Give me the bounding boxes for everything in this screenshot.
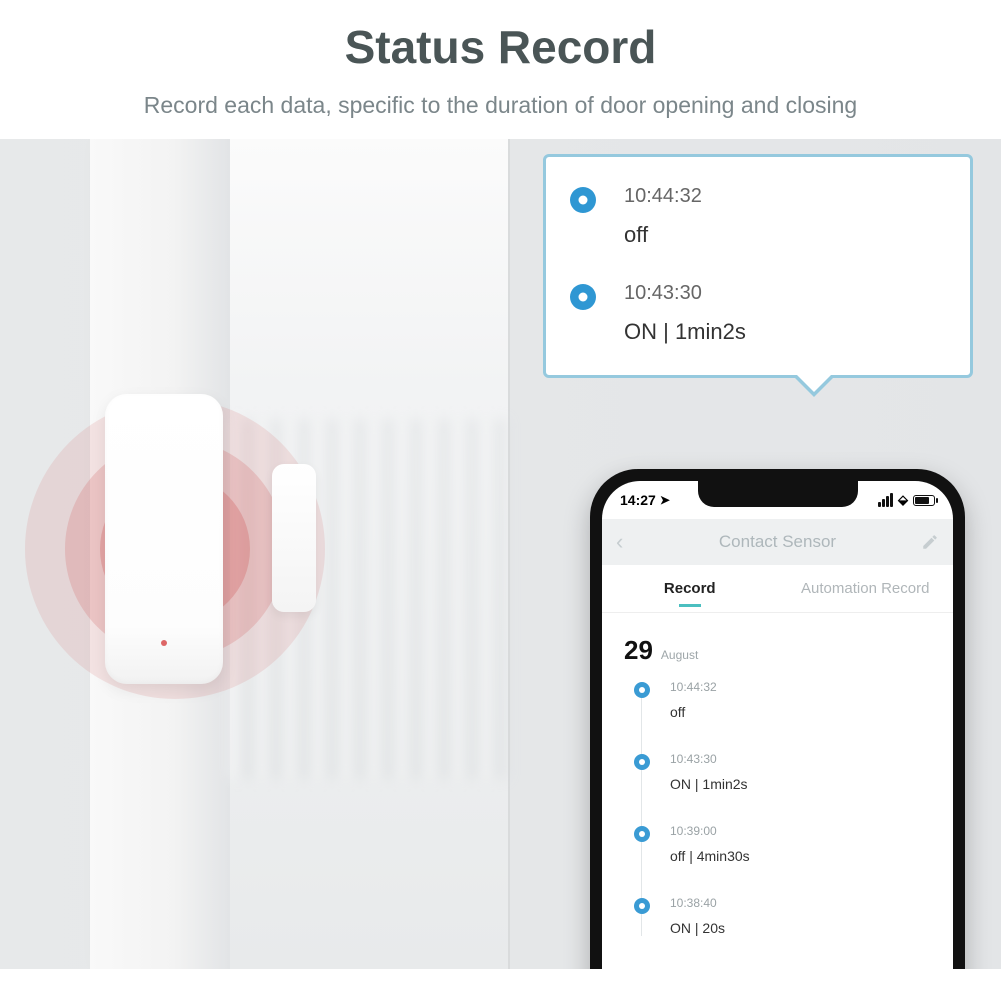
sensor-led-icon [161,640,167,646]
timeline-dot-icon [634,682,650,698]
edit-icon[interactable] [921,533,939,551]
record-state: off [670,704,931,720]
record-time: 10:38:40 [670,896,931,910]
record-state: ON | 20s [670,920,931,936]
door-sensor-body [105,394,223,684]
location-arrow-icon: ➤ [660,493,670,507]
record-state: off | 4min30s [670,848,931,864]
status-callout: 10:44:32 off 10:43:30 ON | 1min2s [543,154,973,378]
callout-time: 10:44:32 [624,185,952,208]
timeline-dot-icon [634,826,650,842]
timeline-dot-icon [634,898,650,914]
back-icon[interactable]: ‹ [616,529,623,555]
page-header: Status Record Record each data, specific… [0,0,1001,139]
scene: 10:44:32 off 10:43:30 ON | 1min2s 14:27 … [0,139,1001,969]
record-state: ON | 1min2s [670,776,931,792]
record-item: 10:44:32 off [634,680,931,720]
record-list: 10:44:32 off 10:43:30 ON | 1min2s 10:39:… [602,680,953,936]
phone-device: 14:27 ➤ ⬙ ‹ Contact Sensor Record Automa… [590,469,965,969]
date-month: August [661,648,698,662]
timeline-dot-icon [570,187,596,213]
wifi-icon: ⬙ [898,492,908,508]
timeline-dot-icon [634,754,650,770]
callout-state: ON | 1min2s [624,319,952,345]
callout-state: off [624,222,952,248]
tab-automation-record[interactable]: Automation Record [778,580,954,597]
app-title: Contact Sensor [719,532,836,552]
phone-notch [698,481,858,507]
record-item: 10:43:30 ON | 1min2s [634,752,931,792]
callout-item: 10:44:32 off [570,185,952,248]
date-day: 29 [624,635,653,666]
record-time: 10:39:00 [670,824,931,838]
tabs: Record Automation Record [602,565,953,613]
timeline-dot-icon [570,284,596,310]
status-time: 14:27 [620,492,656,508]
callout-time: 10:43:30 [624,282,952,305]
page-subtitle: Record each data, specific to the durati… [40,92,961,119]
callout-item: 10:43:30 ON | 1min2s [570,282,952,345]
record-time: 10:44:32 [670,680,931,694]
date-header: 29 August [602,613,953,680]
record-item: 10:38:40 ON | 20s [634,896,931,936]
battery-icon [913,495,935,506]
signal-icon [878,493,893,507]
tab-record[interactable]: Record [602,580,778,597]
record-item: 10:39:00 off | 4min30s [634,824,931,864]
app-header: ‹ Contact Sensor [602,519,953,565]
record-time: 10:43:30 [670,752,931,766]
door-sensor-magnet [272,464,316,612]
page-title: Status Record [40,20,961,74]
phone-screen: 14:27 ➤ ⬙ ‹ Contact Sensor Record Automa… [602,481,953,969]
